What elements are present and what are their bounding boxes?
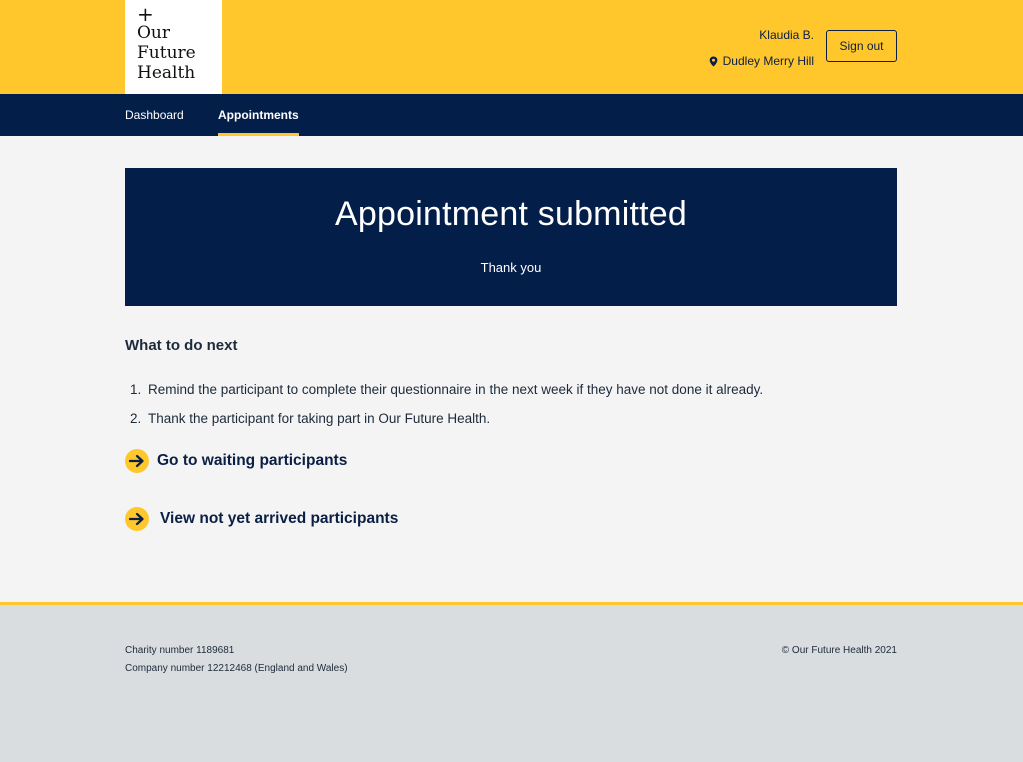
main-nav: Dashboard Appointments (0, 94, 1023, 136)
logo-line-1: Our (137, 23, 171, 43)
step-text: Thank the participant for taking part in… (148, 411, 491, 426)
step-number: 2. (130, 411, 142, 426)
next-steps-list: 1. Remind the participant to complete the… (130, 379, 763, 437)
company-number: Company number 12212468 (England and Wal… (125, 663, 348, 674)
user-name: Klaudia B. (759, 28, 814, 42)
site-footer: Charity number 1189681 Company number 12… (0, 602, 1023, 762)
go-to-waiting-participants-link[interactable]: Go to waiting participants (125, 449, 347, 473)
map-pin-icon (709, 55, 717, 67)
footer-legal: Charity number 1189681 Company number 12… (125, 642, 348, 678)
view-not-yet-arrived-participants-link[interactable]: View not yet arrived participants (125, 507, 398, 531)
copyright: © Our Future Health 2021 (781, 645, 897, 656)
nav-item-dashboard[interactable]: Dashboard (125, 94, 184, 136)
confirmation-banner: Appointment submitted Thank you (125, 168, 897, 306)
link-label: View not yet arrived participants (160, 510, 399, 527)
charity-number: Charity number 1189681 (125, 645, 235, 656)
step-text: Remind the participant to complete their… (148, 382, 764, 397)
user-info: Klaudia B. Dudley Merry Hill (708, 27, 814, 69)
banner-subtitle: Thank you (480, 260, 542, 275)
site-header: + Our Future Health Klaudia B. Dudley Me… (0, 0, 1023, 94)
nav-item-appointments[interactable]: Appointments (218, 94, 299, 136)
list-item: 2. Thank the participant for taking part … (130, 408, 763, 430)
sign-out-button[interactable]: Sign out (826, 30, 897, 62)
logo-line-2: Future (137, 43, 196, 63)
user-location: Dudley Merry Hill (708, 53, 814, 69)
list-item: 1. Remind the participant to complete the… (130, 379, 763, 401)
our-future-health-logo[interactable]: + Our Future Health (125, 0, 222, 94)
location-label: Dudley Merry Hill (722, 54, 814, 68)
arrow-right-icon (125, 449, 149, 473)
next-steps-heading: What to do next (125, 337, 238, 354)
step-number: 1. (130, 382, 142, 397)
logo-plus: + (137, 2, 154, 26)
link-label: Go to waiting participants (157, 452, 348, 469)
banner-title: Appointment submitted (335, 195, 687, 233)
arrow-right-icon (125, 507, 149, 531)
logo-line-3: Health (137, 63, 196, 83)
